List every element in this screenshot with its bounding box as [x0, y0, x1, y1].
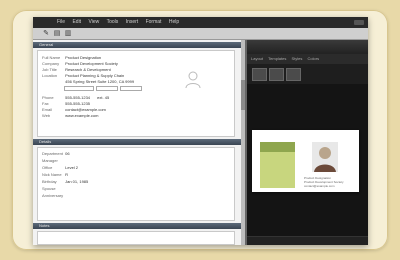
tab-styles[interactable]: Styles — [292, 56, 303, 61]
avatar-placeholder-icon[interactable] — [183, 69, 203, 89]
detail-row: Birthday Jan 01, 1985 — [42, 179, 88, 184]
detail-label: Birthday — [42, 179, 57, 184]
address-zip-input[interactable] — [120, 86, 142, 91]
detail-row: Manager — [42, 158, 64, 163]
email-value[interactable]: contact@example.com — [65, 107, 106, 112]
menu-bar: File Edit View Tools Insert Format Help — [33, 17, 368, 28]
app-window: File Edit View Tools Insert Format Help … — [33, 17, 368, 245]
details-block: Department 06 Manager Office Level 2 Nic… — [37, 147, 235, 221]
notes-block[interactable] — [37, 231, 235, 245]
save-icon[interactable]: ▥ — [64, 30, 72, 37]
email-label: Email — [42, 107, 53, 112]
field-value[interactable]: Product Development Society — [65, 61, 118, 66]
card-line2: contact@example.com — [304, 184, 335, 188]
detail-label: Manager — [42, 158, 58, 163]
tab-layout[interactable]: Layout — [251, 56, 263, 61]
tab-templates[interactable]: Templates — [268, 56, 286, 61]
ext-value[interactable]: ext. 45 — [97, 95, 109, 100]
menu-edit[interactable]: Edit — [72, 17, 81, 28]
card-text: Product Designation Product Development … — [304, 176, 344, 188]
preview-toolbar — [247, 40, 368, 54]
field-value[interactable]: Research & Development — [65, 67, 111, 72]
detail-label: Nick Name — [42, 172, 62, 177]
fax-label: Fax — [42, 101, 49, 106]
menu-insert[interactable]: Insert — [126, 17, 139, 28]
detail-label: Office — [42, 165, 53, 170]
detail-row: Spouse — [42, 186, 64, 191]
field-value[interactable]: Product Planning & Supply Chain — [65, 73, 124, 78]
address-city-input[interactable] — [64, 86, 94, 91]
web-value[interactable]: www.example.com — [65, 113, 98, 118]
business-card-preview[interactable]: Product Designation Product Development … — [252, 130, 359, 192]
web-row: Web www.example.com — [42, 113, 98, 118]
detail-label: Anniversary — [42, 193, 64, 198]
card-banner — [260, 142, 295, 152]
field-value[interactable]: 456 Spring Street Suite 1200, CA 9999 — [65, 79, 134, 84]
fax-row: Fax 555-555-1235 — [42, 101, 90, 106]
field-row: Job Title Research & Development — [42, 67, 111, 72]
toolbar: ✎ ▤ ▥ — [33, 28, 368, 40]
window-controls[interactable] — [354, 20, 364, 25]
contact-form-panel: General Full Name Product Designation Co… — [33, 40, 247, 245]
email-row: Email contact@example.com — [42, 107, 106, 112]
phone-value[interactable]: 555-555-1234 — [65, 95, 90, 100]
template-thumb[interactable] — [269, 68, 284, 81]
menu-format[interactable]: Format — [146, 17, 162, 28]
menu-file[interactable]: File — [57, 17, 65, 28]
preview-panel: Layout Templates Styles Colors Product D… — [247, 40, 368, 245]
detail-value[interactable]: R — [65, 172, 68, 177]
menu-tools[interactable]: Tools — [107, 17, 119, 28]
detail-row: Anniversary — [42, 193, 64, 198]
person-photo-icon — [312, 142, 338, 172]
detail-label: Department — [42, 151, 63, 156]
detail-row: Nick Name R — [42, 172, 68, 177]
preview-statusbar — [247, 236, 368, 245]
scrollbar-thumb[interactable] — [241, 80, 245, 110]
field-label: Location — [42, 73, 58, 78]
template-thumb[interactable] — [286, 68, 301, 81]
fax-value[interactable]: 555-555-1235 — [65, 101, 90, 106]
new-icon[interactable]: ✎ — [42, 30, 50, 37]
template-thumbnails — [247, 64, 368, 84]
field-row: Company Product Development Society — [42, 61, 118, 66]
field-label: Full Name — [42, 55, 61, 60]
field-label: Job Title — [42, 67, 57, 72]
open-icon[interactable]: ▤ — [53, 30, 61, 37]
detail-label: Spouse — [42, 186, 56, 191]
detail-value[interactable]: Level 2 — [65, 165, 78, 170]
section-header-general[interactable]: General — [33, 42, 243, 48]
detail-value[interactable]: 06 — [65, 151, 69, 156]
section-header-details[interactable]: Details — [33, 139, 243, 145]
phone-label: Phone — [42, 95, 54, 100]
left-scrollbar[interactable] — [241, 40, 245, 245]
detail-value[interactable]: Jan 01, 1985 — [65, 179, 88, 184]
menu-help[interactable]: Help — [169, 17, 179, 28]
field-label: Company — [42, 61, 60, 66]
detail-row: Department 06 — [42, 151, 70, 156]
general-block: Full Name Product Designation Company Pr… — [37, 50, 235, 137]
field-row: 456 Spring Street Suite 1200, CA 9999 — [42, 79, 134, 84]
phone-row: Phone 555-555-1234 ext. 45 — [42, 95, 109, 100]
detail-row: Office Level 2 — [42, 165, 78, 170]
field-row: Full Name Product Designation — [42, 55, 101, 60]
tab-colors[interactable]: Colors — [308, 56, 320, 61]
address-state-input[interactable] — [96, 86, 118, 91]
field-value[interactable]: Product Designation — [65, 55, 101, 60]
section-header-notes[interactable]: Notes — [33, 223, 243, 229]
template-thumb[interactable] — [252, 68, 267, 81]
preview-tabs: Layout Templates Styles Colors — [247, 54, 368, 64]
field-row: Location Product Planning & Supply Chain — [42, 73, 124, 78]
menu-view[interactable]: View — [88, 17, 99, 28]
web-label: Web — [42, 113, 51, 118]
